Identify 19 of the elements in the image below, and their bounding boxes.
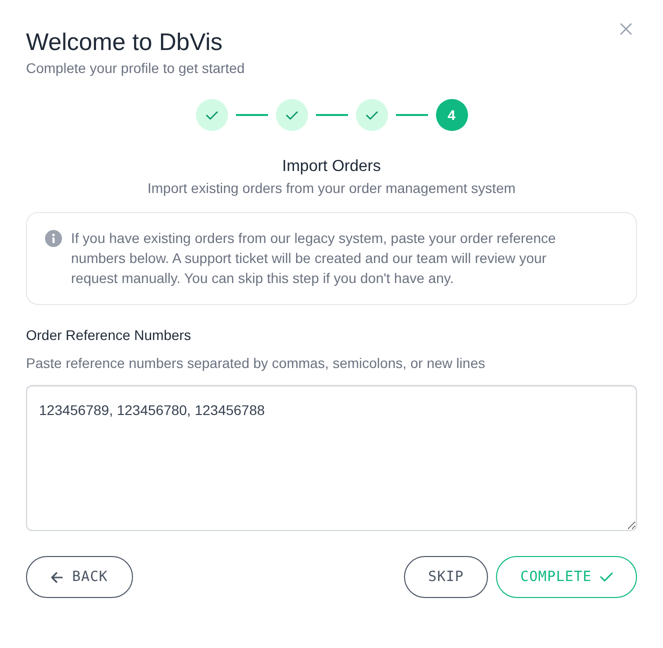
step-connector [316, 114, 348, 116]
section-title: Import Orders [282, 157, 381, 177]
dialog-subtitle: Complete your profile to get started [26, 59, 245, 78]
current-step: 4 [436, 99, 468, 131]
close-button[interactable] [619, 22, 633, 36]
check-icon [600, 572, 613, 582]
section-subtitle: Import existing orders from your order management system [147, 179, 516, 198]
step-connector [236, 114, 268, 116]
close-icon [620, 23, 632, 35]
dialog-title: Welcome to DbVis [26, 28, 223, 58]
info-icon [45, 230, 62, 247]
back-button[interactable]: BACK [26, 556, 133, 598]
arrow-left-icon [51, 572, 64, 582]
skip-button[interactable]: SKIP [404, 556, 488, 598]
info-text: If you have existing orders from our legacy system, paste your order reference numbers below. A support ticket will be created and our team will review your request manually. You can skip this step if you don't have any. [71, 229, 557, 288]
field-hint: Paste reference numbers separated by commas, semicolons, or new lines [26, 354, 486, 373]
step-connector [396, 114, 428, 116]
reference-numbers-field[interactable]: 123456789, 123456780, 123456788 [26, 385, 637, 531]
field-label: Order Reference Numbers [26, 326, 191, 345]
